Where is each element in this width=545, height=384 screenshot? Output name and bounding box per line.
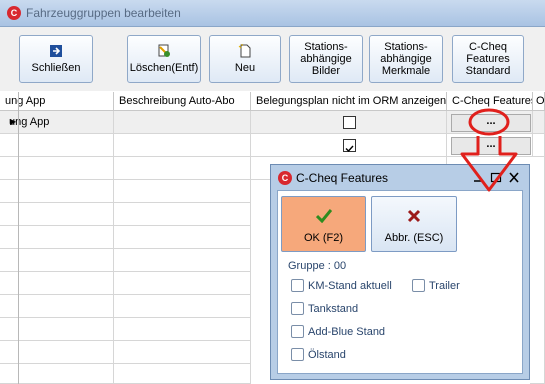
checkmark-icon <box>345 145 354 153</box>
belegungsplan-checkbox[interactable] <box>343 116 356 129</box>
table-cell-empty[interactable] <box>114 318 251 341</box>
table-cell-empty[interactable] <box>114 226 251 249</box>
trailer-label: Trailer <box>429 280 460 292</box>
table-cell-empty[interactable] <box>114 295 251 318</box>
km-stand-label: KM-Stand aktuell <box>308 280 392 292</box>
station-images-button[interactable]: Stations- abhängige Bilder <box>289 35 363 83</box>
cancel-button-label: Abbr. (ESC) <box>384 232 444 244</box>
add-blue-checkbox[interactable] <box>291 325 304 338</box>
table-cell-auto-abo[interactable] <box>114 111 251 134</box>
ccheq-standard-label: C-Cheq Features Standard <box>465 41 511 77</box>
window-title: Fahrzeuggruppen bearbeiten <box>26 6 181 20</box>
ccheq-features-open-button[interactable]: ... <box>451 114 531 132</box>
oelstand-label: Ölstand <box>308 349 346 361</box>
table-cell-empty[interactable] <box>530 157 545 384</box>
ok-button-label: OK (F2) <box>303 232 344 244</box>
app-logo-icon: C <box>7 6 21 20</box>
column-header-ccheq-features[interactable]: C-Cheq Features <box>447 92 533 111</box>
new-document-icon <box>238 44 251 58</box>
close-icon[interactable] <box>508 172 520 183</box>
cancel-button[interactable]: Abbr. (ESC) <box>371 196 457 252</box>
checkmark-icon <box>315 209 332 224</box>
column-header-belegungsplan[interactable]: Belegungsplan nicht im ORM anzeigen <box>251 92 447 111</box>
table-cell-empty[interactable] <box>114 341 251 364</box>
new-button-label: Neu <box>234 62 256 74</box>
table-cell-belegungsplan[interactable] <box>251 111 447 134</box>
dialog-title: C-Cheq Features <box>296 171 389 185</box>
tankstand-checkbox[interactable] <box>291 302 304 315</box>
toolbar: Schließen Löschen(Entf) Neu Stations- ab… <box>0 27 545 91</box>
table-cell-o[interactable] <box>533 111 545 134</box>
ok-button[interactable]: OK (F2) <box>281 196 366 252</box>
column-header-auto-abo[interactable]: Beschreibung Auto-Abo <box>114 92 251 111</box>
table-cell-auto-abo[interactable] <box>114 134 251 157</box>
row-selector-border <box>0 92 19 384</box>
delete-icon <box>158 44 170 57</box>
belegungsplan-checkbox-checked[interactable] <box>343 139 356 153</box>
close-button-label: Schließen <box>31 62 81 74</box>
km-stand-checkbox[interactable] <box>291 279 304 292</box>
station-features-button[interactable]: Stations- abhängige Merkmale <box>369 35 443 83</box>
table-cell-empty[interactable] <box>114 272 251 295</box>
close-button[interactable]: Schließen <box>19 35 93 83</box>
table-cell-empty[interactable] <box>114 180 251 203</box>
table-cell-empty[interactable] <box>114 157 251 180</box>
ccheq-standard-button[interactable]: C-Cheq Features Standard <box>452 35 524 83</box>
station-features-label: Stations- abhängige Merkmale <box>380 41 432 77</box>
table-cell-belegungsplan[interactable] <box>251 134 447 157</box>
delete-button-label: Löschen(Entf) <box>129 62 199 74</box>
delete-button[interactable]: Löschen(Entf) <box>127 35 201 83</box>
group-label: Gruppe : 00 <box>288 260 347 272</box>
minimize-icon[interactable] <box>472 172 484 183</box>
trailer-checkbox[interactable] <box>412 279 425 292</box>
maximize-icon[interactable] <box>490 172 502 183</box>
cancel-x-icon <box>407 209 421 223</box>
exit-icon <box>50 45 62 57</box>
table-cell-empty[interactable] <box>114 249 251 272</box>
table-cell-empty[interactable] <box>114 364 251 384</box>
dialog-logo-icon: C <box>278 171 292 185</box>
ccheq-features-open-button[interactable]: ... <box>451 137 531 155</box>
table-cell-empty[interactable] <box>114 203 251 226</box>
oelstand-checkbox[interactable] <box>291 348 304 361</box>
column-header-o[interactable]: O <box>533 92 545 111</box>
new-button[interactable]: Neu <box>209 35 281 83</box>
add-blue-label: Add-Blue Stand <box>308 326 386 338</box>
table-cell-o[interactable] <box>533 134 545 157</box>
tankstand-label: Tankstand <box>308 303 359 315</box>
station-images-label: Stations- abhängige Bilder <box>300 41 352 77</box>
